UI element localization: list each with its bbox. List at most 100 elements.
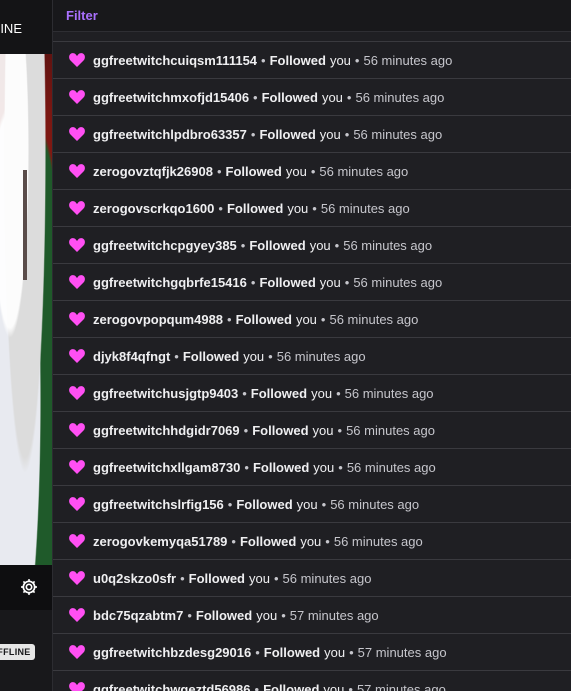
event-action: Followed bbox=[195, 607, 253, 623]
event-action: Followed bbox=[249, 237, 306, 253]
list-item[interactable]: ggfreetwitchlpdbro63357 • Followed you • 56 m… bbox=[53, 116, 571, 153]
event-timestamp: 56 minutes ago bbox=[276, 348, 366, 364]
feed-divider bbox=[53, 32, 571, 42]
event-action: Followed bbox=[182, 348, 240, 364]
follower-username[interactable]: ggfreetwitchwgeztd56986 bbox=[93, 682, 251, 691]
heart-icon bbox=[69, 349, 85, 363]
heart-icon bbox=[69, 386, 85, 400]
follower-username[interactable]: ggfreetwitchhdgidr7069 bbox=[93, 423, 240, 438]
list-item[interactable]: zerogovztqfjk26908 • Followed you • 56 minute… bbox=[53, 153, 571, 190]
follower-username[interactable]: zerogovscrkqo1600 bbox=[93, 201, 214, 216]
list-item[interactable]: ggfreetwitchcuiqsm111154 • Followed you • 56 … bbox=[53, 42, 571, 79]
follower-username[interactable]: ggfreetwitchlpdbro63357 bbox=[93, 127, 247, 142]
separator: • bbox=[344, 126, 350, 142]
event-timestamp: 56 minutes ago bbox=[355, 89, 445, 105]
heart-icon bbox=[69, 275, 85, 289]
event-timestamp: 56 minutes ago bbox=[346, 459, 436, 475]
list-item[interactable]: ggfreetwitchbzdesg29016 • Followed you • 57 m… bbox=[53, 634, 571, 671]
event-target: you bbox=[296, 496, 318, 512]
separator: • bbox=[346, 89, 352, 105]
separator: • bbox=[334, 237, 340, 253]
follower-username[interactable]: ggfreetwitchslrfig156 bbox=[93, 497, 224, 512]
event-target: you bbox=[311, 385, 333, 401]
follower-username[interactable]: zerogovpopqum4988 bbox=[93, 312, 223, 327]
event-target: you bbox=[309, 237, 331, 253]
event-timestamp: 56 minutes ago bbox=[353, 126, 443, 142]
separator: • bbox=[227, 496, 233, 512]
list-item[interactable]: u0q2skzo0sfr • Followed you • 56 minutes ago bbox=[53, 560, 571, 597]
follower-username[interactable]: zerogovkemyqa51789 bbox=[93, 534, 227, 549]
event-target: you bbox=[319, 274, 341, 290]
event-timestamp: 56 minutes ago bbox=[346, 422, 435, 438]
gear-icon[interactable] bbox=[19, 577, 39, 597]
heart-icon bbox=[69, 127, 85, 141]
separator: • bbox=[216, 163, 222, 179]
list-item[interactable]: ggfreetwitchmxofjd15406 • Followed you • 56 m… bbox=[53, 79, 571, 116]
heart-icon bbox=[69, 460, 85, 474]
event-action: Followed bbox=[263, 644, 321, 660]
list-item[interactable]: zerogovkemyqa51789 • Followed you • 56 minute… bbox=[53, 523, 571, 560]
heart-icon bbox=[69, 645, 85, 659]
stream-panel: OFFLINE OFFLINE bbox=[0, 0, 52, 691]
follower-username[interactable]: ggfreetwitchbzdesg29016 bbox=[93, 645, 251, 660]
list-item[interactable]: djyk8f4qfngt • Followed you • 56 minutes ago bbox=[53, 338, 571, 375]
filter-bar: Filter bbox=[53, 0, 571, 32]
follower-username[interactable]: ggfreetwitchusjgtp9403 bbox=[93, 386, 238, 401]
follower-username[interactable]: ggfreetwitchmxofjd15406 bbox=[93, 90, 249, 105]
event-action: Followed bbox=[263, 681, 320, 691]
list-item[interactable]: ggfreetwitchhdgidr7069 • Followed you • 56 mi… bbox=[53, 412, 571, 449]
list-item[interactable]: ggfreetwitchgqbrfe15416 • Followed you • 56 m… bbox=[53, 264, 571, 301]
follower-username[interactable]: ggfreetwitchxllgam8730 bbox=[93, 460, 240, 475]
separator: • bbox=[253, 89, 258, 105]
event-timestamp: 57 minutes ago bbox=[356, 681, 446, 691]
event-target: you bbox=[313, 459, 335, 475]
separator: • bbox=[344, 274, 350, 290]
list-item[interactable]: bdc75qzabtm7 • Followed you • 57 minutes ago bbox=[53, 597, 571, 634]
event-action: Followed bbox=[259, 126, 316, 142]
event-timestamp: 56 minutes ago bbox=[320, 200, 410, 216]
separator: • bbox=[240, 237, 246, 253]
heart-icon bbox=[69, 608, 85, 622]
event-target: you bbox=[256, 607, 278, 623]
separator: • bbox=[250, 274, 256, 290]
event-timestamp: 56 minutes ago bbox=[363, 52, 453, 68]
event-action: Followed bbox=[239, 533, 297, 549]
list-item[interactable]: ggfreetwitchusjgtp9403 • Followed you • 56 mi… bbox=[53, 375, 571, 412]
heart-icon bbox=[69, 90, 85, 104]
event-action: Followed bbox=[252, 422, 309, 438]
follower-username[interactable]: bdc75qzabtm7 bbox=[93, 608, 183, 623]
offline-badge: OFFLINE bbox=[0, 644, 35, 660]
heart-icon bbox=[69, 312, 85, 326]
separator: • bbox=[325, 533, 330, 549]
heart-icon bbox=[69, 164, 85, 178]
separator: • bbox=[255, 644, 260, 660]
event-target: you bbox=[321, 89, 343, 105]
follower-username[interactable]: u0q2skzo0sfr bbox=[93, 571, 176, 586]
heart-icon bbox=[69, 534, 85, 548]
follower-username[interactable]: ggfreetwitchgqbrfe15416 bbox=[93, 275, 247, 290]
event-action: Followed bbox=[236, 496, 293, 512]
list-item[interactable]: zerogovscrkqo1600 • Followed you • 56 minutes… bbox=[53, 190, 571, 227]
list-item[interactable]: zerogovpopqum4988 • Followed you • 56 minutes… bbox=[53, 301, 571, 338]
event-action: Followed bbox=[235, 311, 292, 327]
stream-status-bar: OFFLINE bbox=[0, 0, 52, 54]
event-target: you bbox=[319, 126, 341, 142]
follower-username[interactable]: djyk8f4qfngt bbox=[93, 349, 170, 364]
list-item[interactable]: ggfreetwitchxllgam8730 • Followed you • 56 mi… bbox=[53, 449, 571, 486]
follower-username[interactable]: ggfreetwitchcpgyey385 bbox=[93, 238, 237, 253]
event-target: you bbox=[243, 348, 265, 364]
separator: • bbox=[243, 422, 249, 438]
filter-button[interactable]: Filter bbox=[66, 8, 98, 23]
follower-username[interactable]: ggfreetwitchcuiqsm111154 bbox=[93, 53, 257, 68]
event-timestamp: 56 minutes ago bbox=[344, 385, 434, 401]
event-timestamp: 57 minutes ago bbox=[357, 644, 447, 660]
separator: • bbox=[187, 607, 192, 623]
follower-username[interactable]: zerogovztqfjk26908 bbox=[93, 164, 213, 179]
separator: • bbox=[227, 311, 232, 327]
list-item[interactable]: ggfreetwitchslrfig156 • Followed you • 56 min… bbox=[53, 486, 571, 523]
list-item[interactable]: ggfreetwitchwgeztd56986 • Followed you • 57 m… bbox=[53, 671, 571, 691]
list-item[interactable]: ggfreetwitchcpgyey385 • Followed you • 56 min… bbox=[53, 227, 571, 264]
event-action: Followed bbox=[252, 459, 310, 475]
stream-preview[interactable] bbox=[0, 0, 52, 565]
separator: • bbox=[244, 459, 249, 475]
